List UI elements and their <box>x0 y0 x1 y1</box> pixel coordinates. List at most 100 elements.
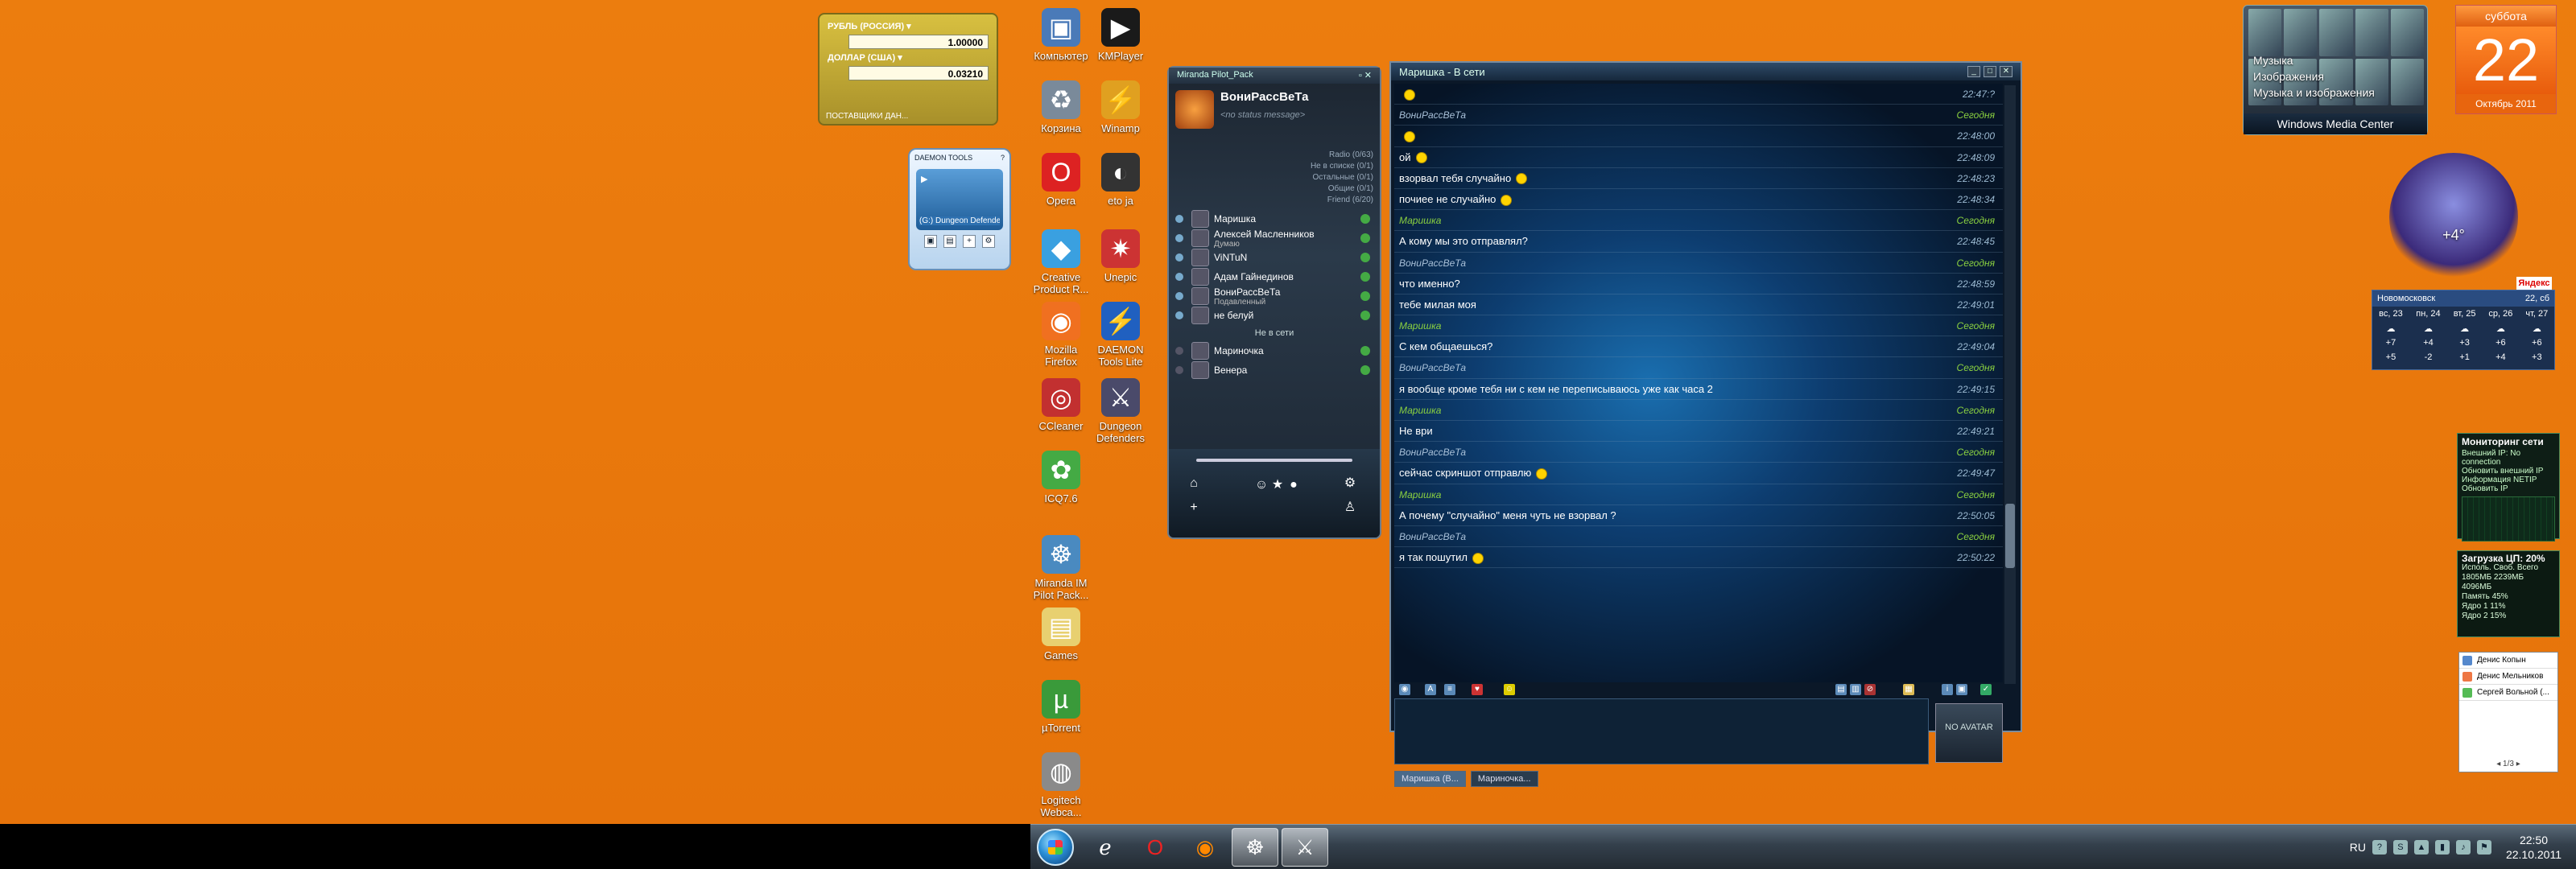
desktop-shortcut[interactable]: ✿ ICQ7.6 <box>1029 451 1093 505</box>
my-nickname[interactable]: ВониРассВеТа <box>1220 90 1308 104</box>
menu-pictures[interactable]: Изображения <box>2253 68 2375 84</box>
contact-group[interactable]: Остальные (0/1) <box>1169 172 1373 183</box>
contact-item[interactable]: не белуй <box>1169 306 1380 325</box>
scrollbar-thumb[interactable] <box>2005 504 2015 568</box>
desktop-shortcut[interactable]: ♻ Корзина <box>1029 80 1093 134</box>
play-icon[interactable]: ▶ <box>921 175 927 184</box>
user-info-icon[interactable]: i <box>1942 684 1953 695</box>
desktop-shortcut[interactable]: ▣ Компьютер <box>1029 8 1093 62</box>
mount-icon[interactable]: ▣ <box>924 235 937 248</box>
chat-window[interactable]: Маришка - В сети _ □ ✕ 22:47:? ВониРассВе… <box>1389 61 2022 787</box>
home-icon[interactable]: ⌂ <box>1185 475 1203 492</box>
desktop-shortcut[interactable]: ◐ eto ja <box>1088 153 1153 207</box>
contact-item[interactable]: ViNTuN <box>1169 248 1380 267</box>
menu-music-and-pictures[interactable]: Музыка и изображения <box>2253 84 2375 101</box>
language-indicator[interactable]: RU <box>2350 841 2366 854</box>
currency-gadget[interactable]: РУБЛЬ (РОССИЯ) ▾ 1.00000 ДОЛЛАР (США) ▾ … <box>818 13 998 126</box>
folder-icon[interactable]: ▦ <box>1903 684 1914 695</box>
heart-icon[interactable]: ♥ <box>1472 684 1483 695</box>
window-controls[interactable]: ▫ ✕ <box>1359 70 1372 81</box>
offline-contact-item[interactable]: Венера <box>1169 360 1380 380</box>
note-item[interactable]: Денис Мельников <box>2459 669 2557 685</box>
notes-pager[interactable]: ◂ 1/3 ▸ <box>2459 760 2557 768</box>
contact-item[interactable]: Маришка <box>1169 209 1380 229</box>
desktop-shortcut[interactable]: ◍ Logitech Webca... <box>1029 752 1093 818</box>
cpu-load-gadget[interactable]: Загрузка ЦП: 20% Исполь. Своб. Всего 180… <box>2457 550 2560 637</box>
options-icon[interactable]: ▣ <box>1956 684 1967 695</box>
network-monitor-gadget[interactable]: Мониторинг сети Внешний IP: No connectio… <box>2457 433 2560 542</box>
currency-provider-link[interactable]: ПОСТАВЩИКИ ДАН... <box>826 112 908 121</box>
dungeon-defenders-taskbar-icon[interactable]: ⚔ <box>1282 828 1328 867</box>
rub-value[interactable]: 1.00000 <box>848 35 989 49</box>
volume-icon[interactable]: ♪ <box>2455 840 2471 855</box>
daemon-tools-gadget[interactable]: DAEMON TOOLS ? ▶ (G:) Dungeon Defende ▣ … <box>908 148 1011 270</box>
refresh-ip-link[interactable]: Обновить IP <box>2462 484 2555 493</box>
history-icon[interactable]: ≡ <box>1444 684 1455 695</box>
message-input[interactable] <box>1394 698 1929 764</box>
desktop-shortcut[interactable]: ☸ Miranda IM Pilot Pack... <box>1029 535 1093 601</box>
desktop-shortcut[interactable]: ✷ Unepic <box>1088 229 1153 283</box>
refresh-external-ip-link[interactable]: Обновить внешний IP <box>2462 467 2555 476</box>
start-button[interactable] <box>1037 829 1074 866</box>
usd-value[interactable]: 0.03210 <box>848 66 989 80</box>
chat-tab[interactable]: Мариночка... <box>1470 771 1538 787</box>
settings-icon[interactable]: ⚙ <box>982 235 995 248</box>
help-icon[interactable]: ? <box>2372 840 2387 855</box>
contact-group[interactable]: Radio (0/63) <box>1169 150 1373 161</box>
block-icon[interactable]: ⊘ <box>1864 684 1876 695</box>
skype-icon[interactable]: S <box>2392 840 2408 855</box>
desktop-shortcut[interactable]: ⚡ DAEMON Tools Lite <box>1088 302 1153 368</box>
add-icon[interactable]: + <box>963 235 976 248</box>
desktop-shortcut[interactable]: ▤ Games <box>1029 607 1093 661</box>
chat-tab[interactable]: Маришка (В... <box>1394 771 1466 787</box>
desktop-shortcut[interactable]: µ µTorrent <box>1029 680 1093 734</box>
media-center-gadget[interactable]: Музыка Изображения Музыка и изображения … <box>2243 5 2428 135</box>
contact-group[interactable]: Общие (0/1) <box>1169 183 1373 195</box>
rub-currency-select[interactable]: РУБЛЬ (РОССИЯ) ▾ <box>828 21 989 31</box>
contact-item[interactable]: Адам Гайнединов <box>1169 267 1380 286</box>
desktop-shortcut[interactable]: ◉ Mozilla Firefox <box>1029 302 1093 368</box>
contacts-notes-gadget[interactable]: Денис Копын Денис Мельников Сергей Вольн… <box>2458 652 2558 772</box>
close-button[interactable]: ✕ <box>2000 66 2013 77</box>
volume-slider[interactable] <box>1196 459 1352 462</box>
desktop-shortcut[interactable]: ⚔ Dungeon Defenders <box>1088 378 1153 444</box>
calendar-gadget[interactable]: суббота 22 Октябрь 2011 <box>2455 5 2557 114</box>
group-list[interactable]: Radio (0/63) Не в списке (0/1) Остальные (… <box>1169 148 1380 209</box>
netip-info-link[interactable]: Информация NETIP <box>2462 476 2555 484</box>
menu-music[interactable]: Музыка <box>2253 52 2375 68</box>
network-icon[interactable]: ▲ <box>2413 840 2429 855</box>
flag-icon[interactable]: ⚑ <box>2476 840 2491 855</box>
contact-item[interactable]: ВониРассВеТа Подавленный <box>1169 286 1380 307</box>
note-item[interactable]: Денис Копын <box>2459 653 2557 669</box>
help-icon[interactable]: ? <box>1001 154 1005 162</box>
miranda-contact-list-window[interactable]: Miranda Pilot_Pack ▫ ✕ ВониРассВеТа <no … <box>1167 66 1381 539</box>
favorite-star-icon[interactable]: ★ <box>1269 476 1286 494</box>
firefox-taskbar-icon[interactable]: ◉ <box>1182 828 1228 867</box>
desktop-shortcut[interactable]: ⚡ Winamp <box>1088 80 1153 134</box>
battery-icon[interactable]: ▮ <box>2434 840 2450 855</box>
minimize-button[interactable]: _ <box>1967 66 1980 77</box>
maximize-button[interactable]: □ <box>1984 66 1996 77</box>
my-avatar[interactable] <box>1175 90 1214 129</box>
user-icon[interactable]: ♙ <box>1341 499 1359 517</box>
contact-item[interactable]: Алексей Масленников Думаю <box>1169 229 1380 249</box>
send-file-icon[interactable]: ▤ <box>1835 684 1847 695</box>
weather-gadget[interactable]: +4° <box>2389 153 2518 282</box>
desktop-shortcut[interactable]: ▶ KMPlayer <box>1088 8 1153 62</box>
folder-icon[interactable]: ▤ <box>943 235 956 248</box>
font-icon[interactable]: A <box>1425 684 1436 695</box>
opera-taskbar-icon[interactable]: O <box>1132 828 1179 867</box>
message-log-scrollbar[interactable] <box>2004 85 2016 684</box>
clock[interactable]: 22:50 22.10.2011 <box>2506 833 2562 862</box>
contact-group[interactable]: Friend (6/20) <box>1169 195 1373 206</box>
desktop-shortcut[interactable]: O Opera <box>1029 153 1093 207</box>
yandex-logo[interactable]: Яндекс <box>2516 277 2552 290</box>
emoticon-icon[interactable]: ☺ <box>1504 684 1515 695</box>
status-smile-icon[interactable]: ☺ <box>1253 476 1270 494</box>
miranda-taskbar-icon[interactable]: ☸ <box>1232 828 1278 867</box>
ie-taskbar-icon[interactable]: ℯ <box>1082 828 1129 867</box>
settings-gear-icon[interactable]: ⚙ <box>1341 475 1359 492</box>
add-contact-icon[interactable]: + <box>1185 499 1203 517</box>
media-center-brand[interactable]: Windows Media Center <box>2244 113 2427 134</box>
copy-icon[interactable]: ▥ <box>1850 684 1861 695</box>
